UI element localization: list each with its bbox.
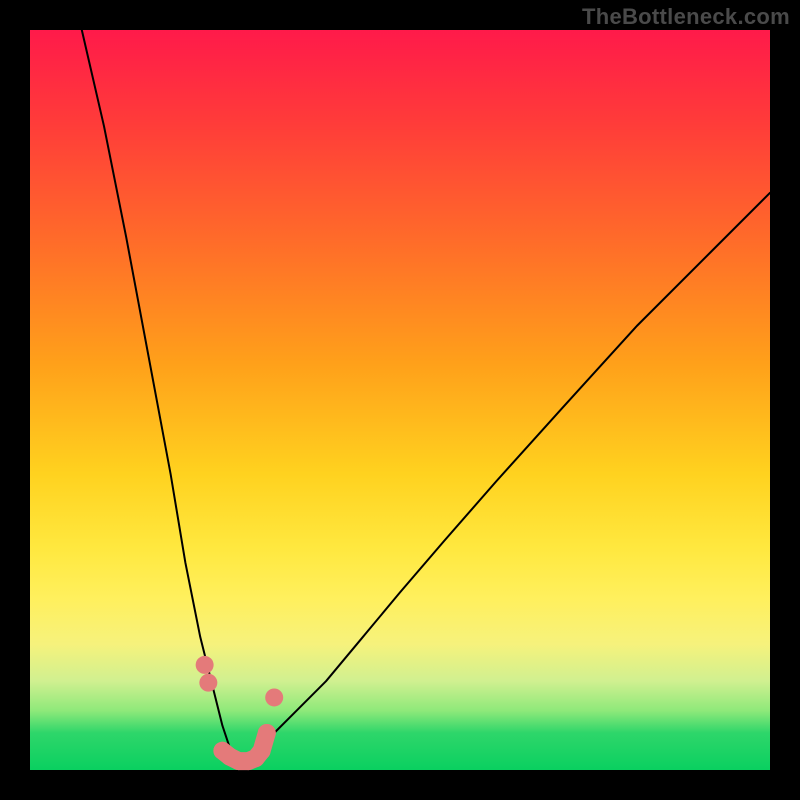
chart-frame: TheBottleneck.com [0,0,800,800]
data-point [196,656,214,674]
watermark-text: TheBottleneck.com [582,4,790,30]
data-point [265,688,283,706]
bottleneck-curve [82,30,770,763]
data-point-connector [222,733,266,761]
chart-svg-layer [30,30,770,770]
data-point [199,674,217,692]
